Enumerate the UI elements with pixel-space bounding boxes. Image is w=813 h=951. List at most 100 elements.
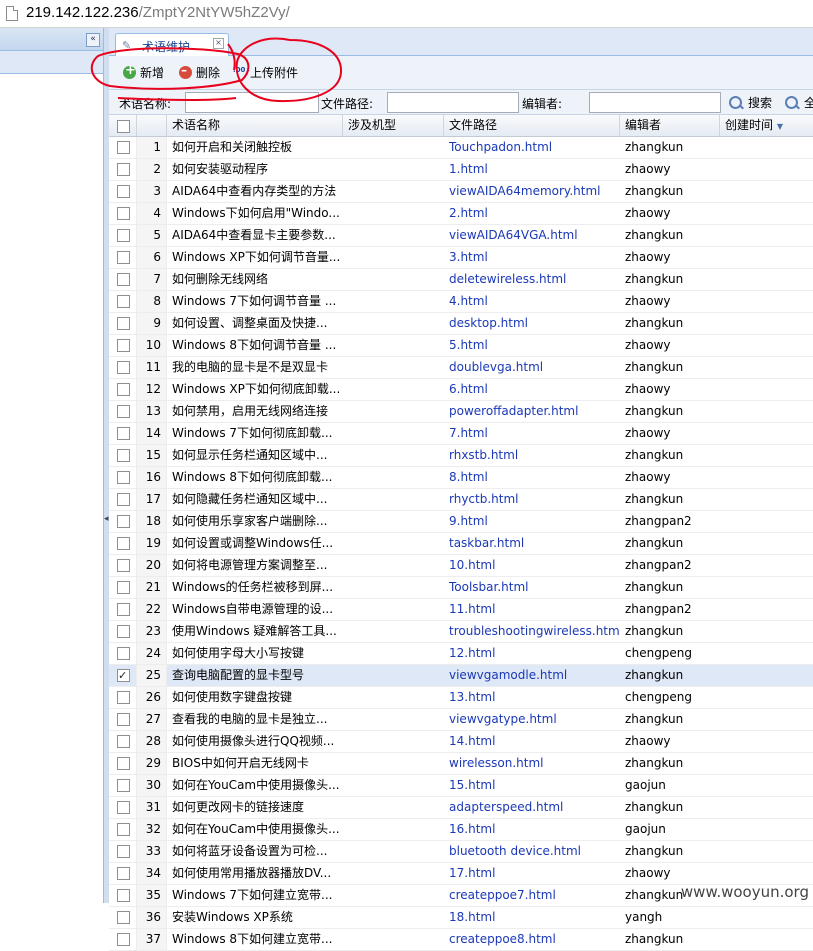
created-cell[interactable] [720,907,813,928]
file-path-link[interactable]: viewvgamodle.html [444,665,620,686]
created-cell[interactable] [720,511,813,532]
column-header-created[interactable]: 创建时间 ▼ [720,115,813,136]
editor-cell[interactable]: gaojun [620,819,720,840]
table-row[interactable]: 16 Windows 8下如何彻底卸载... 8.html zhaowy [109,467,813,489]
url-text[interactable]: 219.142.122.236/ZmptY2NtYW5hZ2Vy/ [26,4,290,21]
term-name-cell[interactable]: 如何在YouCam中使用摄像头... [167,819,343,840]
file-path-link[interactable]: troubleshootingwireless.html [444,621,620,642]
created-cell[interactable] [720,357,813,378]
sort-desc-icon[interactable]: ▼ [777,122,783,131]
search-button[interactable]: 搜索 [729,94,772,111]
term-name-cell[interactable]: 如何使用摄像头进行QQ视频... [167,731,343,752]
row-checkbox-cell[interactable] [109,335,137,356]
created-cell[interactable] [720,137,813,158]
file-path-input[interactable] [387,92,519,113]
created-cell[interactable] [720,181,813,202]
row-checkbox[interactable] [117,405,130,418]
model-cell[interactable] [343,753,444,774]
editor-cell[interactable]: zhangkun [620,533,720,554]
row-checkbox-cell[interactable] [109,423,137,444]
model-cell[interactable] [343,357,444,378]
model-cell[interactable] [343,291,444,312]
editor-cell[interactable]: zhangpan2 [620,555,720,576]
row-checkbox-cell[interactable] [109,687,137,708]
file-path-link[interactable]: createppoe8.html [444,929,620,950]
file-path-link[interactable]: 10.html [444,555,620,576]
term-name-cell[interactable]: 如何安装驱动程序 [167,159,343,180]
row-checkbox-cell[interactable] [109,511,137,532]
row-checkbox-cell[interactable] [109,291,137,312]
column-header-name[interactable]: 术语名称 [167,115,343,136]
row-checkbox[interactable] [117,625,130,638]
upload-attachment-button[interactable]: .00 上传附件 [233,63,298,81]
model-cell[interactable] [343,643,444,664]
created-cell[interactable] [720,467,813,488]
editor-cell[interactable]: zhangkun [620,137,720,158]
row-checkbox-cell[interactable] [109,929,137,950]
file-path-link[interactable]: 1.html [444,159,620,180]
model-cell[interactable] [343,841,444,862]
row-checkbox[interactable] [117,779,130,792]
table-row[interactable]: 28 如何使用摄像头进行QQ视频... 14.html zhaowy [109,731,813,753]
row-checkbox[interactable] [117,229,130,242]
file-path-link[interactable]: 5.html [444,335,620,356]
row-checkbox[interactable] [117,537,130,550]
editor-cell[interactable]: zhangkun [620,401,720,422]
editor-cell[interactable]: zhaowy [620,863,720,884]
term-name-cell[interactable]: Windows 8下如何建立宽带... [167,929,343,950]
model-cell[interactable] [343,379,444,400]
model-cell[interactable] [343,423,444,444]
created-cell[interactable] [720,489,813,510]
file-path-link[interactable]: 14.html [444,731,620,752]
row-checkbox[interactable] [117,471,130,484]
created-cell[interactable] [720,533,813,554]
row-checkbox-cell[interactable] [109,709,137,730]
term-name-cell[interactable]: 如何设置或调整Windows任... [167,533,343,554]
editor-cell[interactable]: zhangkun [620,577,720,598]
file-path-link[interactable]: deletewireless.html [444,269,620,290]
table-row[interactable]: 33 如何将蓝牙设备设置为可检... bluetooth device.html zh… [109,841,813,863]
model-cell[interactable] [343,511,444,532]
file-path-link[interactable]: taskbar.html [444,533,620,554]
created-cell[interactable] [720,401,813,422]
table-row[interactable]: 27 查看我的电脑的显卡是独立... viewvgatype.html zhangku… [109,709,813,731]
created-cell[interactable] [720,775,813,796]
term-name-cell[interactable]: 如何禁用，启用无线网络连接 [167,401,343,422]
term-name-cell[interactable]: 如何设置、调整桌面及快捷... [167,313,343,334]
row-checkbox[interactable] [117,845,130,858]
model-cell[interactable] [343,225,444,246]
file-path-link[interactable]: 13.html [444,687,620,708]
column-header-path[interactable]: 文件路径 [444,115,620,136]
row-checkbox-cell[interactable] [109,203,137,224]
row-checkbox[interactable] [117,493,130,506]
model-cell[interactable] [343,621,444,642]
row-checkbox[interactable] [117,713,130,726]
model-cell[interactable] [343,247,444,268]
close-icon[interactable]: × [213,38,224,49]
model-cell[interactable] [343,313,444,334]
table-row[interactable]: 18 如何使用乐享家客户端删除... 9.html zhangpan2 [109,511,813,533]
row-checkbox-cell[interactable] [109,313,137,334]
table-row[interactable]: 6 Windows XP下如何调节音量... 3.html zhaowy [109,247,813,269]
row-checkbox-cell[interactable] [109,621,137,642]
created-cell[interactable] [720,577,813,598]
row-checkbox[interactable] [117,889,130,902]
row-checkbox[interactable] [117,185,130,198]
file-path-link[interactable]: adapterspeed.html [444,797,620,818]
row-checkbox[interactable] [117,207,130,220]
row-checkbox-cell[interactable] [109,797,137,818]
editor-cell[interactable]: chengpeng [620,643,720,664]
term-name-cell[interactable]: 如何删除无线网络 [167,269,343,290]
model-cell[interactable] [343,489,444,510]
table-row[interactable]: 36 安装Windows XP系统 18.html yangh [109,907,813,929]
model-cell[interactable] [343,665,444,686]
row-checkbox[interactable] [117,273,130,286]
term-name-cell[interactable]: 如何使用字母大小写按键 [167,643,343,664]
term-name-cell[interactable]: Windows 7下如何调节音量 ... [167,291,343,312]
row-checkbox-cell[interactable] [109,445,137,466]
search-all-button[interactable]: 全 [785,94,813,111]
model-cell[interactable] [343,731,444,752]
editor-cell[interactable]: zhangkun [620,841,720,862]
model-cell[interactable] [343,687,444,708]
row-checkbox-cell[interactable] [109,159,137,180]
